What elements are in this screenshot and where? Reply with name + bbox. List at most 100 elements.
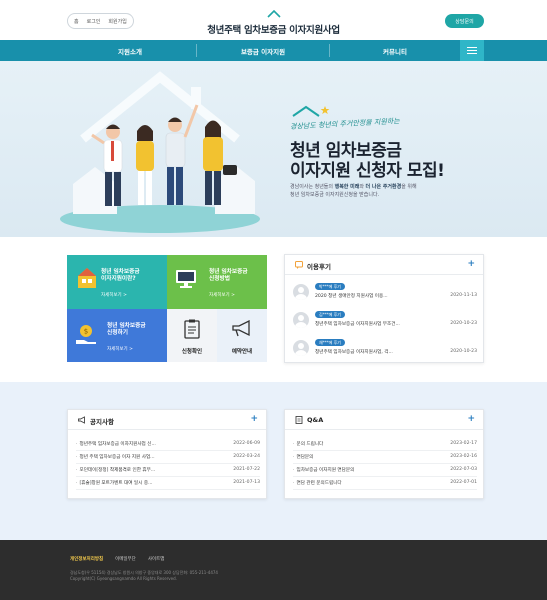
qna-item[interactable]: 면담문의 2023-02-16 [293, 452, 477, 464]
notice-date: 2021-07-13 [233, 480, 260, 485]
hero-banner: 경상남도 청년의 주거안정을 지원하는 청년 임차보증금 이자지원 신청자 모집… [0, 61, 547, 237]
qna-text: 임차보증금 이자지원 면담문의 [293, 467, 354, 473]
email-policy-link[interactable]: 이메일무단 [115, 556, 136, 562]
site-footer: 개인정보처리방침 이메일무단 사이트맵 경남도청(우 51154) 경상남도 창… [0, 540, 547, 600]
tile-title-line: 신청하기 [107, 330, 128, 336]
footer-info: 경남도청(우 51154) 경상남도 창원시 의창구 중앙대로 300 상담전화… [70, 570, 218, 582]
notice-text: [휴술]창원 포트가벤트 대여 일시 중... [76, 480, 152, 486]
sitemap-link[interactable]: 사이트맵 [148, 556, 165, 562]
qna-title: Q&A [307, 416, 324, 424]
hero-title-line2: 이자지원 신청자 모집! [290, 161, 445, 181]
hero-desc-text: 경남이사는 청년들의 [290, 184, 335, 190]
board-section: 공지사항 + 청년주택 임차보증금 이자지원사업 신... 2022-06-09… [0, 382, 547, 540]
notice-date: 2022-06-09 [233, 441, 260, 446]
hero-desc-text: 청년 임차보증금 이자지원신청을 받습니다. [290, 192, 380, 198]
tile-title-line: 청년 임차보증금 [107, 323, 146, 329]
review-date: 2020-10-23 [450, 349, 477, 354]
qna-item[interactable]: 임차보증금 이자지원 면담문의 2022-07-03 [293, 465, 477, 477]
megaphone-icon [232, 320, 250, 337]
notice-item[interactable]: 모던데이[정정] 착제품격로 인한 휴무... 2021-07-22 [76, 465, 260, 477]
hero-subtitle: 경상남도 청년의 주거안정을 지원하는 [289, 117, 400, 131]
avatar [293, 312, 309, 328]
clipboard-icon [184, 319, 200, 339]
privacy-policy-link[interactable]: 개인정보처리방침 [70, 556, 103, 562]
nav-item-support[interactable]: 보증금 이자지원 [197, 40, 329, 61]
review-item[interactable]: 박***에 후기 2020 청년 생애안정 지원사업 이용... 2020-11… [293, 281, 477, 303]
tile-apply-method-more-link[interactable]: 자세히보기 > [209, 292, 235, 298]
nav-item-intro[interactable]: 지원소개 [64, 40, 196, 61]
qna-panel: Q&A + 문의 드립니다 2023-02-17 면담문의 2023-02-16… [284, 409, 484, 499]
review-item[interactable]: 김***에 후기 청년주택 임차보증금 이자지원사업 무조건... 2020-1… [293, 309, 477, 331]
qna-item[interactable]: 면담 관련 문의드립니다 2022-07-01 [293, 478, 477, 490]
notice-text: 청년주택 임차보증금 이자지원사업 신... [76, 441, 155, 447]
qna-header: Q&A + [285, 410, 483, 430]
qna-date: 2023-02-17 [450, 441, 477, 446]
tile-apply[interactable]: $ 청년 임차보증금 신청하기 자세히보기 > [67, 309, 167, 362]
tile-apply-method-title: 청년 임차보증금 신청방법 [209, 269, 248, 283]
top-header: 홈 로그인 회원가입 청년주택 임차보증금 이자지원사업 상담문의 [0, 0, 547, 40]
reviews-panel: 이용후기 + 박***에 후기 2020 청년 생애안정 지원사업 이용... … [284, 254, 484, 363]
notice-text: 청년 주택 임차보증금 이자 지원 사업... [76, 454, 154, 460]
reviews-header: 이용후기 + [285, 255, 483, 275]
qna-text: 면담 관련 문의드립니다 [293, 480, 341, 486]
coin-hand-icon: $ [76, 325, 96, 344]
review-badge: 박***에 후기 [315, 283, 345, 290]
qna-date: 2022-07-01 [450, 480, 477, 485]
qna-more-button[interactable]: + [467, 414, 475, 424]
tile-check-label: 신청확인 [181, 349, 203, 355]
notice-more-button[interactable]: + [250, 414, 258, 424]
tile-title-line: 청년 임차보증금 [209, 269, 248, 275]
tile-about-title: 청년 임차보증금 이자지원이란? [101, 269, 140, 283]
qna-item[interactable]: 문의 드립니다 2023-02-17 [293, 439, 477, 451]
notice-date: 2022-03-24 [233, 454, 260, 459]
document-icon [295, 416, 303, 424]
monitor-icon [176, 270, 196, 288]
review-date: 2020-10-23 [450, 321, 477, 326]
hamburger-menu-icon[interactable] [460, 40, 484, 61]
qna-text: 면담문의 [293, 454, 313, 460]
review-text: 청년주택 임차보증금 이자지원사업 무조건... [315, 322, 400, 327]
house-icon [78, 268, 96, 288]
tile-reservation[interactable]: 예약안내 [217, 309, 267, 362]
avatar [293, 340, 309, 356]
tile-apply-method[interactable]: 청년 임차보증금 신청방법 자세히보기 > [167, 255, 267, 309]
tile-reservation-label: 예약안내 [231, 349, 253, 355]
notice-item[interactable]: [휴술]창원 포트가벤트 대여 일시 중... 2021-07-13 [76, 478, 260, 490]
review-date: 2020-11-13 [450, 293, 477, 298]
main-nav: 지원소개 보증금 이자지원 커뮤니티 [0, 40, 547, 61]
notice-item[interactable]: 청년 주택 임차보증금 이자 지원 사업... 2022-03-24 [76, 452, 260, 464]
tile-about-more-link[interactable]: 자세히보기 > [101, 292, 127, 298]
qna-date: 2023-02-16 [450, 454, 477, 459]
hero-desc-text: 을 위해 [401, 184, 417, 190]
tile-apply-title: 청년 임차보증금 신청하기 [107, 323, 146, 337]
tile-apply-more-link[interactable]: 자세히보기 > [107, 346, 133, 352]
quick-menu-section: 청년 임차보증금 이자지원이란? 자세히보기 > 청년 임차보증금 신청방법 자세히… [0, 237, 547, 382]
footer-copyright: Copyright(C) Gyeongsangnamdo All Rights … [70, 576, 177, 581]
nav-item-community[interactable]: 커뮤니티 [330, 40, 460, 61]
avatar [293, 284, 309, 300]
roof-deco-icon [292, 105, 330, 117]
tile-check[interactable]: 신청확인 [167, 309, 217, 362]
review-text: 청년주택 임차보증금 이자지원사업, 걱... [315, 350, 393, 355]
review-item[interactable]: 채***에 후기 청년주택 임차보증금 이자지원사업, 걱... 2020-10… [293, 337, 477, 359]
hero-desc-bold: 더 나은 주거환경 [365, 184, 402, 190]
logo-text: 청년주택 임차보증금 이자지원사업 [207, 25, 340, 36]
notice-date: 2021-07-22 [233, 467, 260, 472]
tile-title-line: 신청방법 [209, 276, 230, 282]
chat-icon [295, 261, 303, 269]
reviews-more-button[interactable]: + [467, 259, 475, 269]
consult-button[interactable]: 상담문의 [445, 14, 484, 28]
tile-title-line: 청년 임차보증금 [101, 269, 140, 275]
notice-header: 공지사항 + [68, 410, 266, 430]
qna-date: 2022-07-03 [450, 467, 477, 472]
review-text: 2020 청년 생애안정 지원사업 이용... [315, 294, 388, 299]
tile-title-line: 이자지원이란? [101, 276, 136, 282]
tile-about[interactable]: 청년 임차보증금 이자지원이란? 자세히보기 > [67, 255, 167, 309]
footer-links: 개인정보처리방침 이메일무단 사이트맵 [70, 556, 164, 562]
notice-text: 모던데이[정정] 착제품격로 인한 휴무... [76, 467, 155, 473]
notice-item[interactable]: 청년주택 임차보증금 이자지원사업 신... 2022-06-09 [76, 439, 260, 451]
logo-roof-icon [266, 10, 281, 18]
notice-panel: 공지사항 + 청년주택 임차보증금 이자지원사업 신... 2022-06-09… [67, 409, 267, 499]
qna-text: 문의 드립니다 [293, 441, 323, 447]
review-badge: 김***에 후기 [315, 311, 345, 318]
